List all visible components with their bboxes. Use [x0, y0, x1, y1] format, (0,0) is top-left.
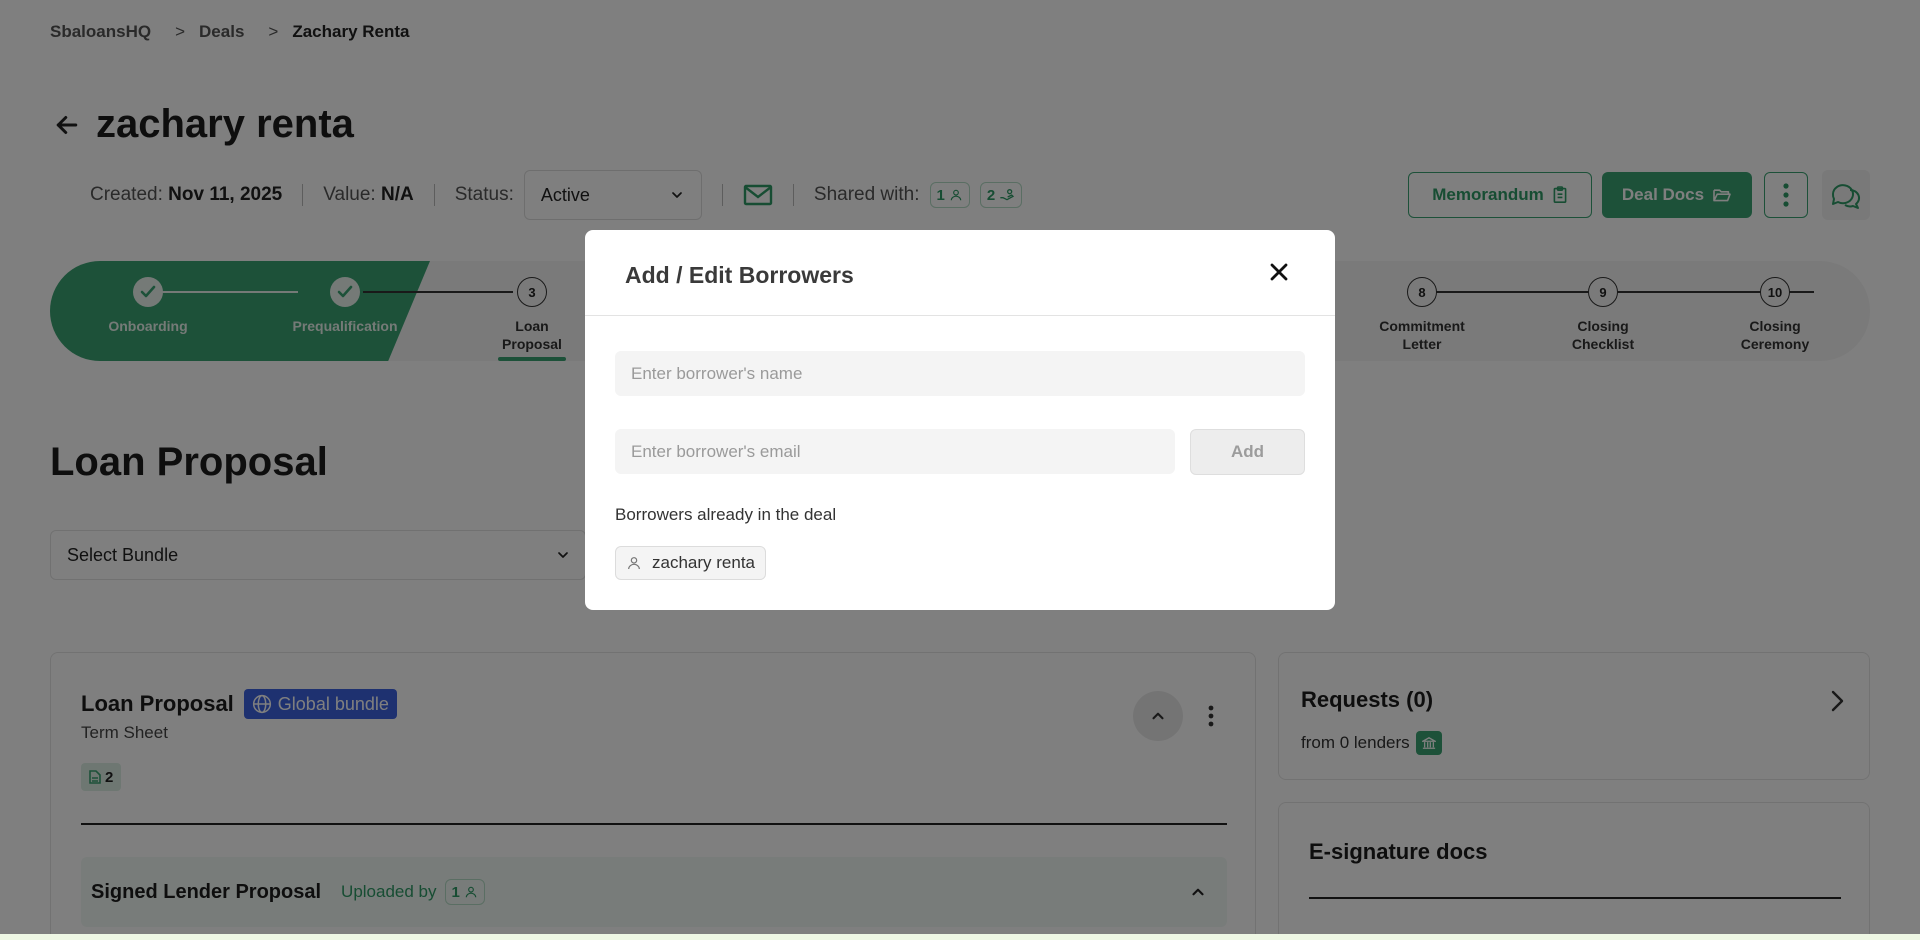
- borrower-chip[interactable]: zachary renta: [615, 546, 766, 580]
- modal-header: Add / Edit Borrowers: [585, 230, 1335, 316]
- close-icon: [1270, 263, 1288, 281]
- borrower-name: zachary renta: [652, 553, 755, 572]
- close-button[interactable]: [1265, 258, 1293, 286]
- user-icon: [628, 557, 640, 570]
- modal-title: Add / Edit Borrowers: [625, 262, 854, 288]
- existing-borrowers-label: Borrowers already in the deal: [615, 505, 837, 524]
- add-borrower-button[interactable]: Add: [1190, 429, 1305, 475]
- borrower-name-input[interactable]: [615, 351, 1305, 396]
- bottom-strip: [0, 934, 1920, 940]
- borrower-email-input[interactable]: [615, 429, 1175, 474]
- add-edit-borrowers-modal: Add / Edit Borrowers Add Borrowers alrea…: [585, 230, 1335, 610]
